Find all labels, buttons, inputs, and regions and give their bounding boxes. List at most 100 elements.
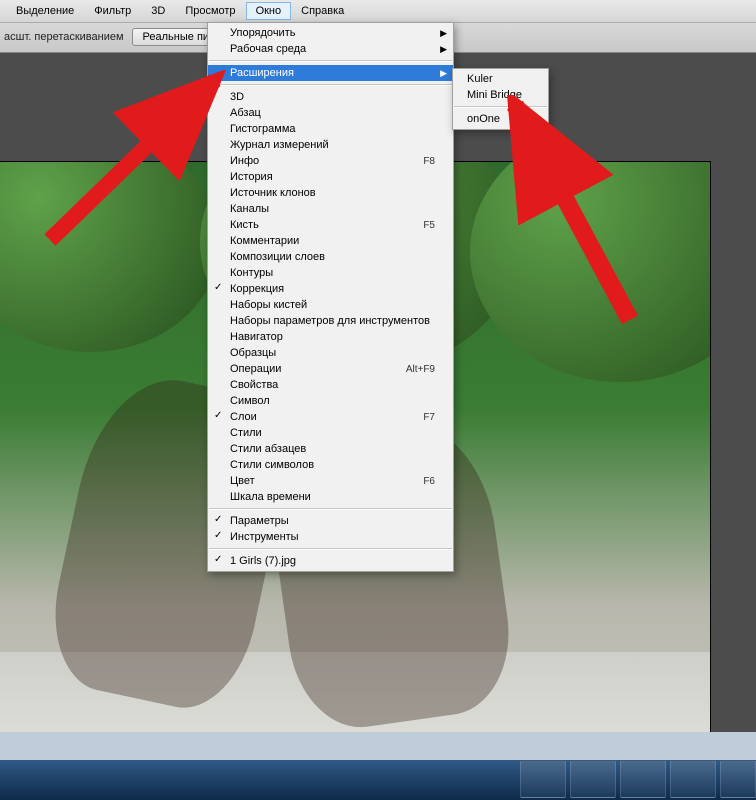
menu-row[interactable]: ✓ Параметры: [208, 513, 453, 529]
options-drag-label: асшт. перетаскиванием: [4, 31, 124, 43]
menu-row-label: Свойства: [230, 379, 278, 391]
menu-row-label: Образцы: [230, 347, 276, 359]
menu-item-3d[interactable]: 3D: [141, 2, 175, 20]
menu-row-label: Наборы параметров для инструментов: [230, 315, 430, 327]
menu-row[interactable]: 3D: [208, 89, 453, 105]
menu-row-label: Композиции слоев: [230, 251, 325, 263]
taskbar-button[interactable]: [670, 760, 716, 798]
menu-row[interactable]: Абзац: [208, 105, 453, 121]
menu-row[interactable]: Расширения ▶: [208, 65, 453, 81]
menu-row[interactable]: Стили символов: [208, 457, 453, 473]
menu-item-filter[interactable]: Фильтр: [84, 2, 141, 20]
taskbar-button[interactable]: [570, 760, 616, 798]
check-icon: ✓: [214, 554, 222, 565]
check-icon: ✓: [214, 282, 222, 293]
menu-row-label: Журнал измерений: [230, 139, 329, 151]
taskbar-button[interactable]: [720, 760, 756, 798]
menu-separator: [209, 60, 452, 62]
menu-row[interactable]: Навигатор: [208, 329, 453, 345]
window-menu-dropdown: Упорядочить ▶ Рабочая среда ▶ Расширения ▶ 3D А…: [207, 22, 454, 572]
menu-item-help[interactable]: Справка: [291, 2, 354, 20]
menu-row-label: Инструменты: [230, 531, 299, 543]
menu-row-label: Гистограмма: [230, 123, 296, 135]
menu-row[interactable]: Операции Alt+F9: [208, 361, 453, 377]
menu-row[interactable]: Журнал измерений: [208, 137, 453, 153]
menu-row[interactable]: Стили абзацев: [208, 441, 453, 457]
windows-taskbar: [0, 760, 756, 800]
menu-row[interactable]: ✓ 1 Girls (7).jpg: [208, 553, 453, 569]
menu-row-label: Источник клонов: [230, 187, 316, 199]
menu-row-label: Инфо: [230, 155, 259, 167]
menu-row-label: Абзац: [230, 107, 261, 119]
menu-row-label: Стили символов: [230, 459, 314, 471]
menu-row-label: Навигатор: [230, 331, 283, 343]
menu-row-label: Слои: [230, 411, 257, 423]
menu-bar: Выделение Фильтр 3D Просмотр Окно Справк…: [0, 0, 756, 23]
menu-row[interactable]: Символ: [208, 393, 453, 409]
taskbar-button[interactable]: [520, 760, 566, 798]
menu-row[interactable]: ✓ Коррекция: [208, 281, 453, 297]
menu-row[interactable]: Инфо F8: [208, 153, 453, 169]
menu-row[interactable]: Стили: [208, 425, 453, 441]
check-icon: ✓: [214, 514, 222, 525]
menu-row-label: 3D: [230, 91, 244, 103]
annotation-arrow-right: [490, 95, 660, 335]
menu-shortcut: F5: [423, 220, 435, 231]
menu-row[interactable]: Цвет F6: [208, 473, 453, 489]
menu-row[interactable]: Источник клонов: [208, 185, 453, 201]
menu-item-selection[interactable]: Выделение: [6, 2, 84, 20]
check-icon: ✓: [214, 410, 222, 421]
menu-separator: [209, 548, 452, 550]
menu-row[interactable]: Комментарии: [208, 233, 453, 249]
menu-row-label: История: [230, 171, 273, 183]
menu-separator: [209, 508, 452, 510]
menu-row-label: Кисть: [230, 219, 259, 231]
submenu-row[interactable]: Kuler: [453, 71, 548, 87]
menu-row[interactable]: История: [208, 169, 453, 185]
menu-shortcut: F7: [423, 412, 435, 423]
menu-separator: [209, 84, 452, 86]
menu-row-label: Символ: [230, 395, 270, 407]
menu-row-label: Комментарии: [230, 235, 299, 247]
menu-row[interactable]: Контуры: [208, 265, 453, 281]
menu-item-view[interactable]: Просмотр: [175, 2, 245, 20]
menu-shortcut: F6: [423, 476, 435, 487]
menu-row[interactable]: Свойства: [208, 377, 453, 393]
menu-row[interactable]: Образцы: [208, 345, 453, 361]
menu-row-label: Параметры: [230, 515, 289, 527]
menu-shortcut: F8: [423, 156, 435, 167]
menu-row[interactable]: Каналы: [208, 201, 453, 217]
menu-row-label: Расширения: [230, 67, 294, 79]
menu-row[interactable]: Наборы кистей: [208, 297, 453, 313]
menu-row-label: Упорядочить: [230, 27, 295, 39]
check-icon: ✓: [214, 530, 222, 541]
menu-row[interactable]: Упорядочить ▶: [208, 25, 453, 41]
annotation-arrow-left: [40, 70, 230, 250]
menu-row-label: Цвет: [230, 475, 255, 487]
window-gap: [0, 732, 756, 760]
menu-row[interactable]: Наборы параметров для инструментов: [208, 313, 453, 329]
menu-row[interactable]: Композиции слоев: [208, 249, 453, 265]
submenu-arrow-icon: ▶: [440, 44, 447, 55]
menu-row-label: Шкала времени: [230, 491, 311, 503]
menu-row-label: Коррекция: [230, 283, 284, 295]
menu-row-label: Контуры: [230, 267, 273, 279]
submenu-arrow-icon: ▶: [440, 28, 447, 39]
menu-row-label: Стили: [230, 427, 262, 439]
menu-row-label: 1 Girls (7).jpg: [230, 555, 296, 567]
taskbar-button[interactable]: [620, 760, 666, 798]
menu-shortcut: Alt+F9: [406, 364, 435, 375]
menu-row[interactable]: ✓ Слои F7: [208, 409, 453, 425]
submenu-arrow-icon: ▶: [440, 68, 447, 79]
menu-row-label: Рабочая среда: [230, 43, 306, 55]
menu-row[interactable]: ✓ Инструменты: [208, 529, 453, 545]
menu-row-label: Каналы: [230, 203, 269, 215]
menu-row[interactable]: Шкала времени: [208, 489, 453, 505]
menu-row[interactable]: Кисть F5: [208, 217, 453, 233]
menu-item-window[interactable]: Окно: [246, 2, 292, 20]
menu-row-label: Стили абзацев: [230, 443, 306, 455]
menu-row[interactable]: Гистограмма: [208, 121, 453, 137]
menu-row-label: Операции: [230, 363, 281, 375]
menu-row-label: Наборы кистей: [230, 299, 307, 311]
menu-row[interactable]: Рабочая среда ▶: [208, 41, 453, 57]
